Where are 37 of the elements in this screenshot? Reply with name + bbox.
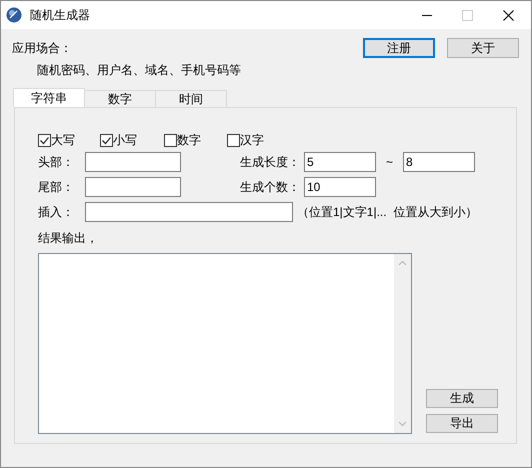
count-field[interactable]: 10 [304, 177, 376, 197]
min-length-field[interactable]: 5 [304, 152, 376, 172]
field-label: 生成长度： [240, 154, 301, 170]
output-field[interactable] [38, 253, 412, 434]
about-button[interactable]: 关于 [447, 38, 519, 58]
checkbox[interactable] [38, 134, 51, 146]
checkbox[interactable] [100, 134, 113, 146]
field-label: 尾部： [38, 178, 75, 196]
tab[interactable]: 字符串 [13, 88, 85, 107]
checkbox[interactable] [164, 134, 177, 146]
export-button[interactable]: 导出 [426, 414, 498, 433]
insert-field[interactable] [85, 202, 293, 222]
minimize-icon[interactable] [422, 14, 432, 16]
maximize-icon [462, 10, 473, 20]
tab[interactable]: 数字 [84, 90, 156, 107]
tab[interactable]: 时间 [155, 90, 227, 107]
usage-text: 随机密码、用户名、域名、手机号码等 [37, 62, 242, 79]
register-button[interactable]: 注册 [363, 38, 435, 58]
checkbox-label: 小写 [113, 132, 137, 148]
window-title: 随机生成器 [30, 6, 90, 24]
head-field[interactable] [85, 152, 181, 172]
range-separator: ~ [384, 155, 394, 169]
field-label: 生成个数： [240, 178, 301, 196]
field-label: 头部： [38, 154, 75, 170]
generate-button[interactable]: 生成 [426, 389, 498, 408]
tail-field[interactable] [85, 177, 181, 197]
checkbox-label: 大写 [51, 132, 75, 148]
globe-icon [6, 7, 22, 23]
output-label: 结果输出， [38, 230, 98, 247]
field-label: 插入： [38, 204, 75, 220]
checkbox[interactable] [227, 134, 240, 146]
close-icon[interactable] [503, 10, 514, 20]
checkbox-label: 数字 [177, 132, 201, 148]
usage-label: 应用场合： [12, 40, 73, 57]
checkbox-label: 汉字 [240, 132, 264, 148]
max-length-field[interactable]: 8 [403, 152, 475, 172]
insert-hint: （位置1|文字1|... 位置从大到小） [297, 204, 478, 220]
